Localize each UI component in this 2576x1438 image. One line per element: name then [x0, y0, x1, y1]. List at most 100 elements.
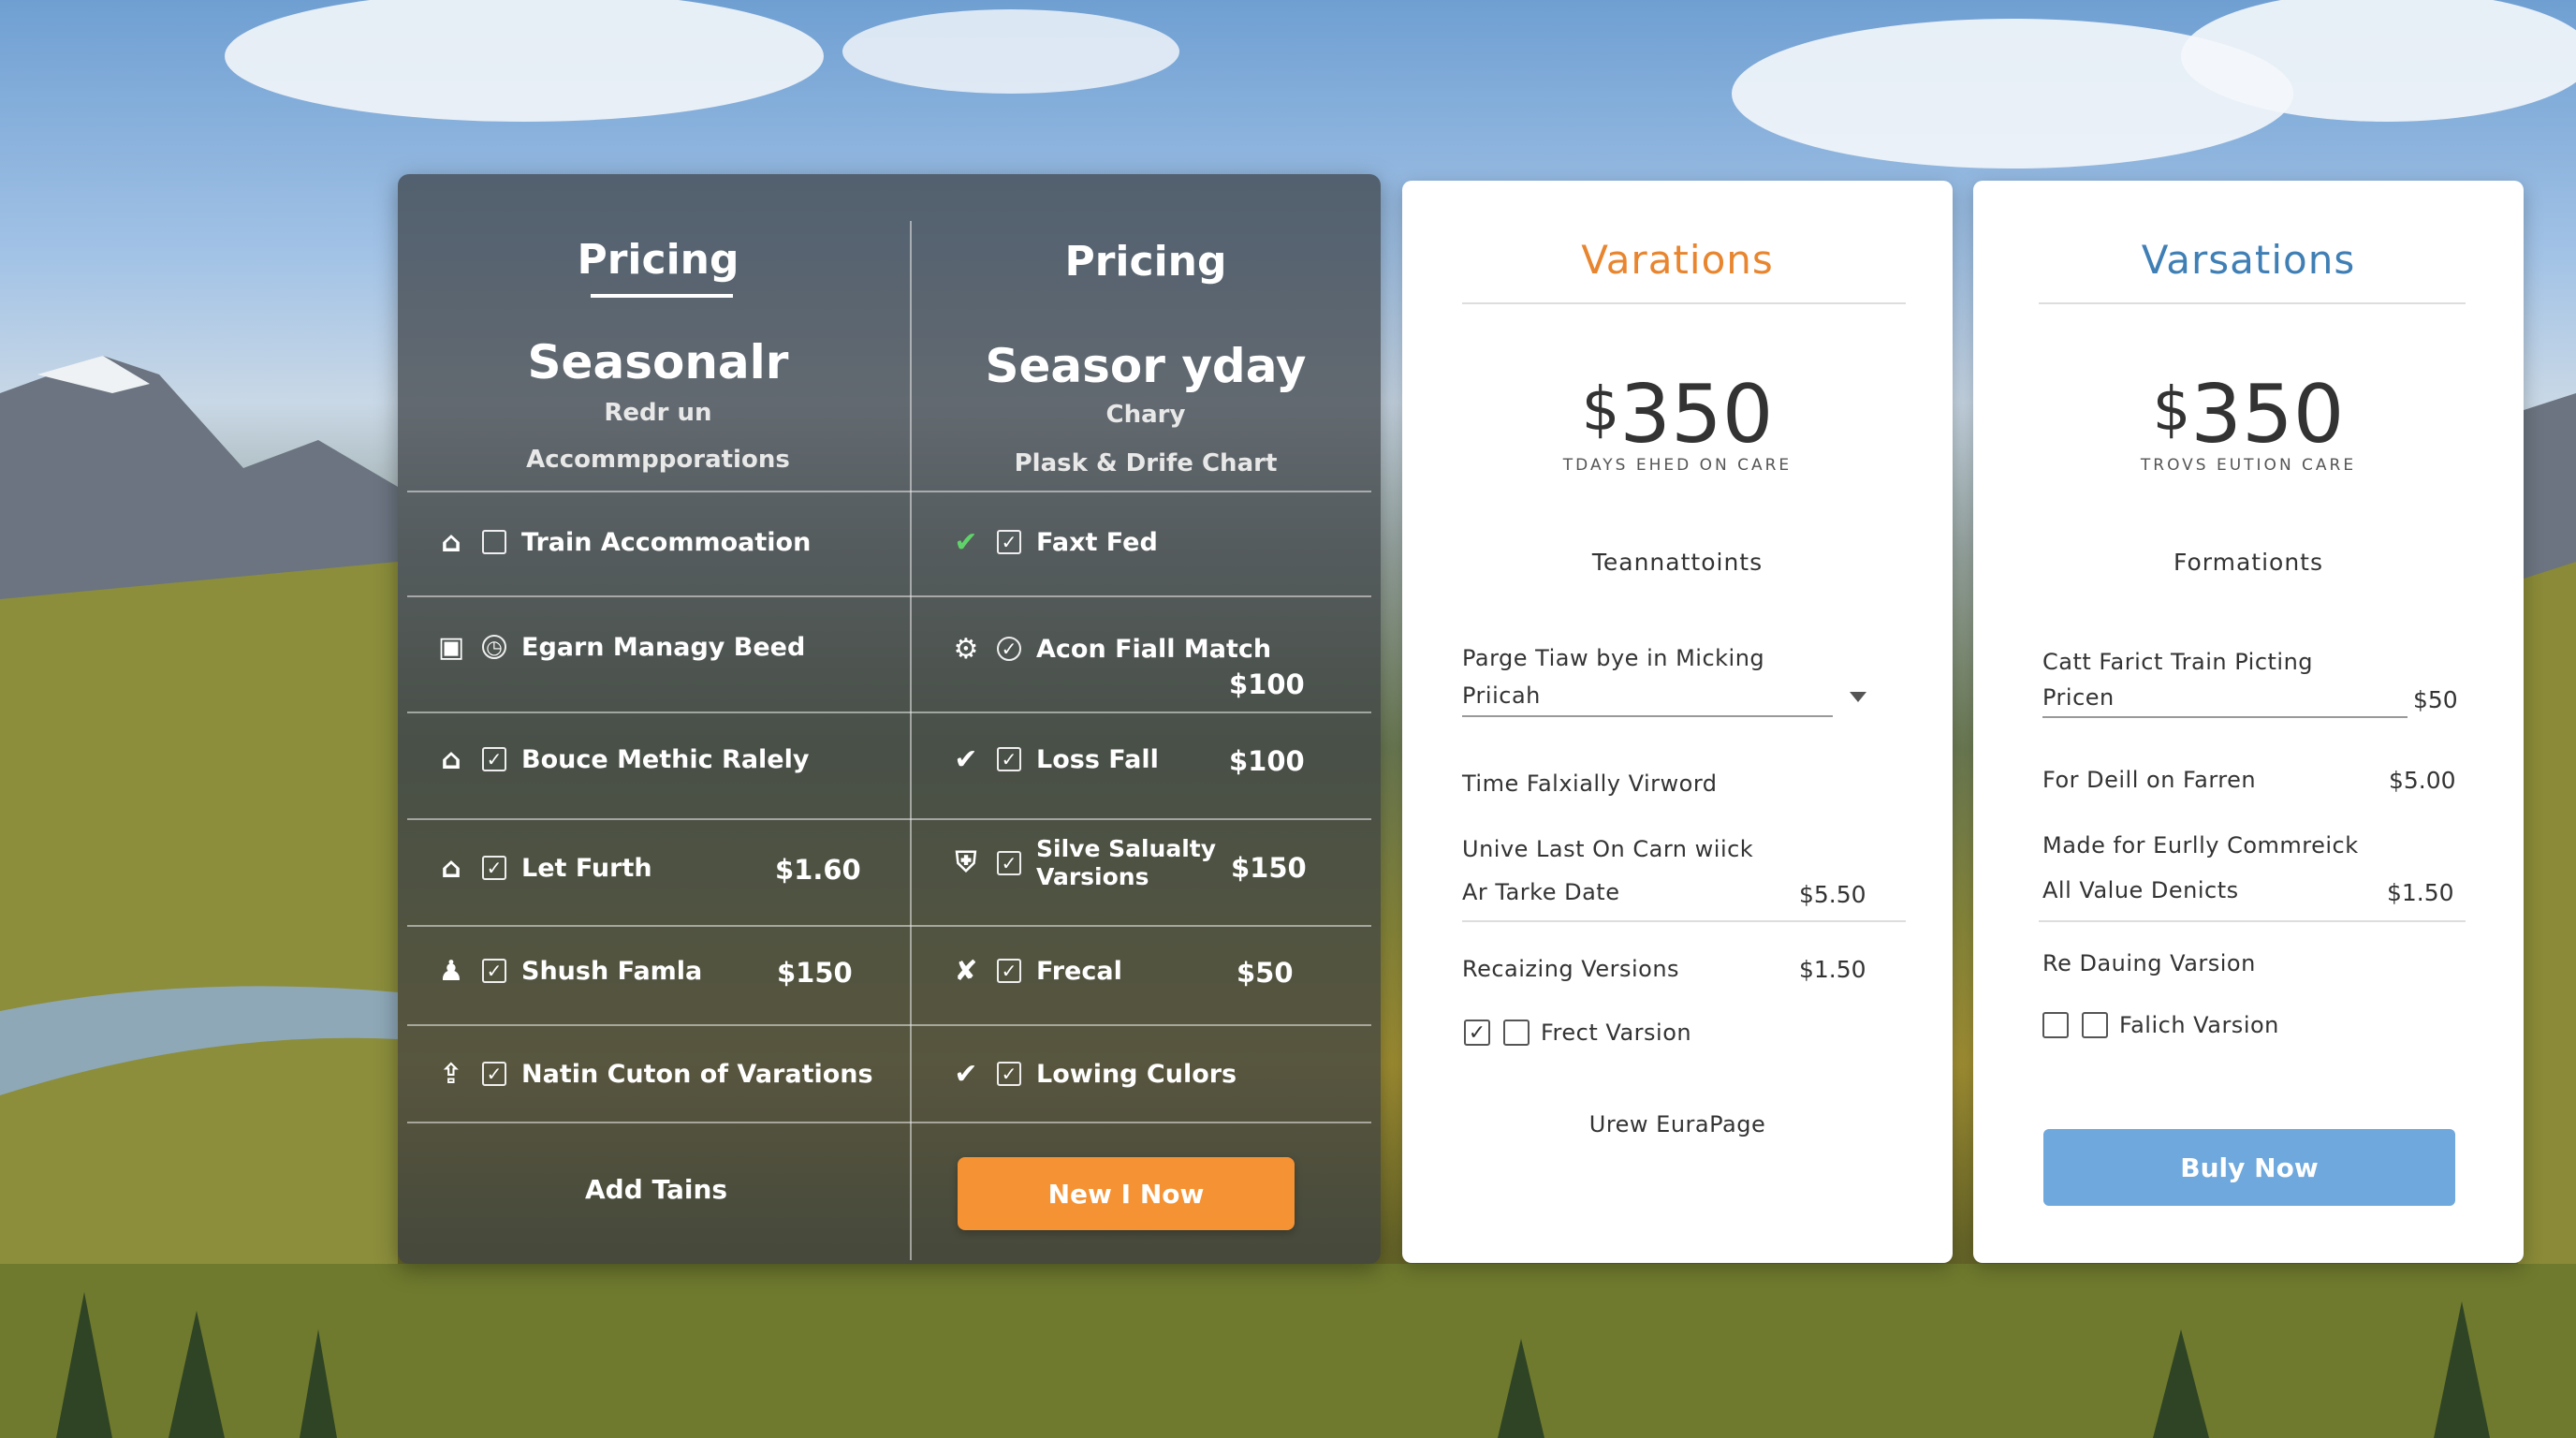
feature-checkbox[interactable]: [482, 530, 506, 554]
card-title: Varsations: [2141, 237, 2356, 283]
price-field[interactable]: Pricen: [2042, 684, 2115, 711]
feature-label: Acon Fiall Match: [1036, 634, 1272, 664]
feature-checkbox[interactable]: ✓: [482, 959, 506, 983]
row-divider: [407, 491, 1371, 492]
row-divider: [407, 925, 1371, 927]
feature-row[interactable]: ✔ ✓ Loss Fall: [950, 742, 1159, 776]
field-underline: [2042, 716, 2408, 718]
pricing-select[interactable]: Priicah: [1462, 682, 1541, 709]
info-amount: $5.50: [1799, 881, 1866, 908]
col2-subtitle-2: Plask & Drife Chart: [1014, 449, 1278, 477]
select-underline: [1462, 715, 1833, 717]
info-line: Re Dauing Varsion: [2042, 950, 2256, 976]
price-caption: TROVS EUTION CARE: [2140, 456, 2357, 475]
info-line: Ar Tarke Date: [1462, 879, 1620, 905]
checkbox-label: Frect Varsion: [1541, 1020, 1692, 1046]
clock-icon[interactable]: ◷: [482, 635, 506, 659]
row-divider: [407, 1122, 1371, 1123]
feature-checkbox[interactable]: ✓: [997, 747, 1021, 771]
check-icon: ✔: [954, 525, 978, 559]
variation-checkbox[interactable]: [2042, 1012, 2069, 1038]
info-line: Time Falxially Virword: [1462, 770, 1718, 797]
feature-row[interactable]: ✔ ✓ Faxt Fed: [950, 525, 1157, 559]
feature-row[interactable]: ⇪ ✓ Natin Cuton of Varations: [435, 1057, 872, 1091]
info-amount: $1.50: [2387, 879, 2454, 906]
house-icon: ⌂: [441, 525, 461, 559]
info-line: For Deill on Farren: [2042, 767, 2257, 793]
divider: [2039, 302, 2466, 304]
feature-checkbox[interactable]: ✓: [997, 1062, 1021, 1086]
currency-symbol: $: [1581, 375, 1620, 445]
buy-now-button[interactable]: Buly Now: [2043, 1129, 2455, 1206]
feature-label: Shush Famla: [521, 956, 703, 986]
card-title: Varations: [1581, 237, 1774, 283]
feature-label: Lowing Culors: [1036, 1059, 1237, 1089]
card-price: $350: [1973, 368, 2524, 462]
price-amount: 350: [2190, 368, 2345, 462]
row-divider: [407, 712, 1371, 713]
col1-subtitle: Redr un: [604, 399, 712, 427]
price-amount: 350: [1619, 368, 1774, 462]
heading-underline: [591, 294, 733, 298]
feature-label: Egarn Managy Beed: [521, 632, 806, 662]
add-tains-link[interactable]: Add Tains: [585, 1174, 727, 1205]
feature-label: Silve Salualty: [1036, 835, 1217, 862]
info-line: Catt Farict Train Picting: [2042, 649, 2314, 675]
info-amount: $5.00: [2389, 767, 2456, 794]
col1-pricing-heading: Pricing: [577, 236, 739, 284]
row-divider: [407, 818, 1371, 820]
feature-row[interactable]: ⌂ Train Accommoation: [435, 525, 812, 559]
feature-row[interactable]: ♟ ✓ Shush Famla: [435, 954, 703, 988]
feature-checkbox[interactable]: ✓: [997, 959, 1021, 983]
divider: [1462, 302, 1906, 304]
variation-checkbox[interactable]: [2082, 1012, 2108, 1038]
feature-label: Loss Fall: [1036, 744, 1159, 774]
cross-check-icon: ✘: [954, 954, 978, 988]
feature-checkbox[interactable]: ✓: [482, 1062, 506, 1086]
feature-row[interactable]: ✘ ✓ Frecal: [950, 954, 1121, 988]
feature-row[interactable]: ⌂ ✓ Let Furth: [435, 852, 652, 885]
info-amount: $1.50: [1799, 956, 1866, 983]
footer-link[interactable]: Urew EuraPage: [1402, 1111, 1953, 1137]
info-line: Unive Last On Carn wiick: [1462, 836, 1754, 862]
person-icon: ♟: [438, 954, 464, 988]
col1-subtitle-2: Accommpporations: [526, 446, 790, 474]
feature-checkbox[interactable]: ✓: [997, 851, 1021, 875]
feature-checkbox[interactable]: ✓: [997, 530, 1021, 554]
feature-row[interactable]: ⛨ ✓ Silve Salualty Varsions: [950, 835, 1216, 891]
feature-label: Let Furth: [521, 853, 652, 883]
check-icon: ✔: [954, 1057, 978, 1091]
feature-checkbox[interactable]: ✓: [482, 856, 506, 880]
feature-price: $150: [777, 957, 853, 989]
section-heading: Teannattoints: [1591, 549, 1764, 576]
col2-plan-title: Seasor yday: [985, 339, 1307, 393]
feature-label: Bouce Methic Ralely: [521, 744, 810, 774]
gear-icon: ⚙: [953, 632, 979, 666]
variation-checkbox-checked[interactable]: ✓: [1464, 1020, 1490, 1046]
divider: [1462, 920, 1906, 922]
new-now-button[interactable]: New I Now: [958, 1157, 1295, 1230]
feature-row[interactable]: ▣ ◷ Egarn Managy Beed: [435, 631, 806, 664]
col2-subtitle: Chary: [1105, 401, 1186, 429]
card-price: $350: [1402, 368, 1953, 462]
feature-row[interactable]: ⌂ ✓ Bouce Methic Ralely: [435, 742, 810, 776]
feature-label: Train Accommoation: [521, 527, 812, 557]
feature-label-line2: Varsions: [1036, 863, 1149, 890]
feature-checkbox[interactable]: ✓: [482, 747, 506, 771]
variation-checkbox[interactable]: [1503, 1020, 1530, 1046]
house-icon: ⌂: [441, 742, 461, 776]
info-line: All Value Denicts: [2042, 877, 2239, 903]
chevron-down-icon[interactable]: [1850, 692, 1866, 702]
feature-price: $100: [1229, 668, 1305, 700]
check-icon: ✔: [954, 742, 978, 776]
row-divider: [407, 595, 1371, 597]
section-heading: Formationts: [2173, 549, 2323, 576]
checkbox-label: Falich Varsion: [2119, 1012, 2279, 1038]
feature-row[interactable]: ✔ ✓ Lowing Culors: [950, 1057, 1237, 1091]
house-arrow-icon: ⇪: [439, 1057, 463, 1091]
col2-pricing-heading: Pricing: [1064, 238, 1227, 286]
pricing-card-variations: Varations $350 TDAYS EHED ON CARE Teanna…: [1402, 181, 1953, 1263]
feature-checkbox[interactable]: ✓: [997, 637, 1021, 661]
currency-symbol: $: [2152, 375, 2191, 445]
feature-row[interactable]: ⚙ ✓ Acon Fiall Match: [950, 632, 1272, 666]
